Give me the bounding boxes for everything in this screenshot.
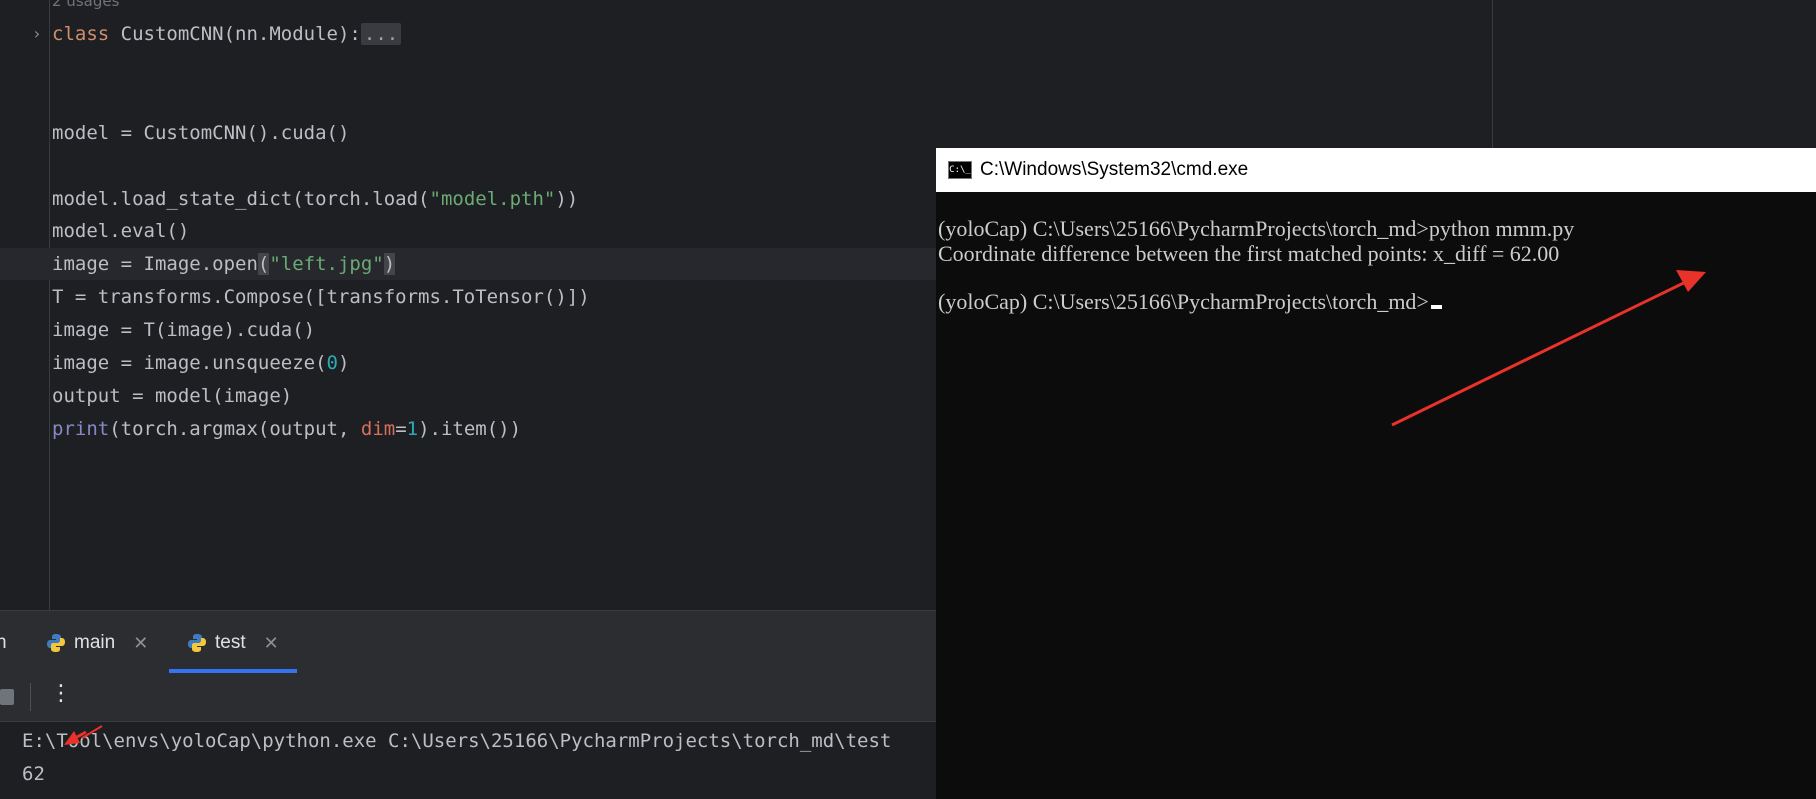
red-arrow-annotation-small (64, 725, 103, 745)
red-arrow-annotation (1391, 270, 1706, 427)
annotation-overlay (64, 270, 1706, 745)
